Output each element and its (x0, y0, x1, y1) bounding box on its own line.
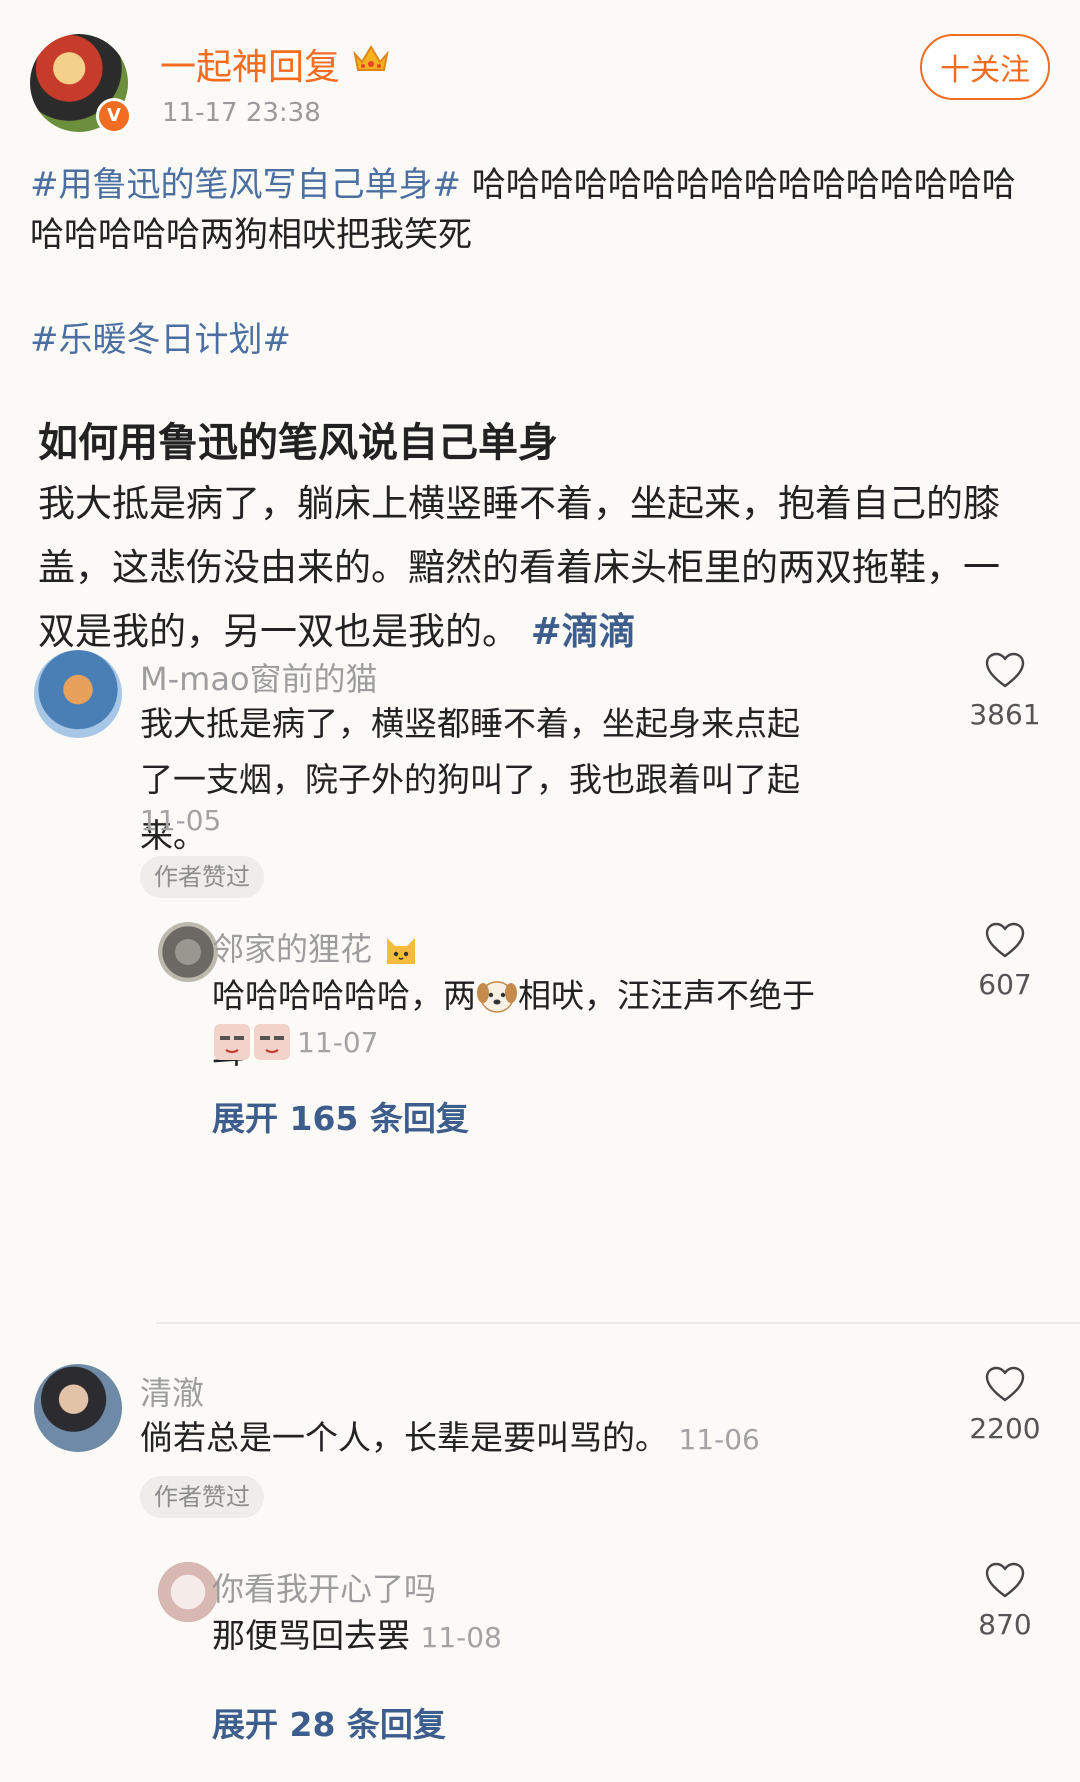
avatar[interactable] (34, 1364, 122, 1452)
heart-icon (985, 922, 1025, 958)
comment-date: 11-06 (678, 1423, 760, 1456)
hashtag-link[interactable]: #滴滴 (531, 610, 636, 653)
heart-icon (985, 1366, 1025, 1402)
dog-emoji-icon (477, 981, 517, 1013)
reply-username[interactable]: 邻家的狸花 (212, 924, 420, 970)
heart-icon (985, 652, 1025, 688)
reply-meta: 11-07 (212, 1020, 378, 1064)
expand-replies-link[interactable]: 展开 28 条回复 (212, 1698, 446, 1746)
avatar[interactable] (34, 650, 122, 738)
follow-button[interactable]: 十关注 (920, 34, 1050, 100)
author-liked-badge: 作者赞过 (140, 856, 264, 898)
like-count: 870 (978, 1608, 1032, 1641)
reply-text-a: 哈哈哈哈哈哈，两 (212, 976, 476, 1015)
follow-label: 十关注 (940, 53, 1030, 88)
expand-replies-link[interactable]: 展开 165 条回复 (212, 1092, 469, 1140)
like-button[interactable]: 607 (960, 922, 1050, 1001)
reply-text: 那便骂回去罢 11-08 (212, 1608, 832, 1666)
reply-text-content: 那便骂回去罢 (212, 1616, 410, 1655)
comment-text: 我大抵是病了，横竖都睡不着，坐起身来点起了一支烟，院子外的狗叫了，我也跟着叫了起… (140, 704, 800, 855)
reply-username-text: 邻家的狸花 (212, 930, 373, 968)
quote-body: 我大抵是病了，躺床上横竖睡不着，坐起来，抱着自己的膝盖，这悲伤没由来的。黯然的看… (38, 472, 1028, 664)
like-button[interactable]: 870 (960, 1562, 1050, 1641)
heart-icon (985, 1562, 1025, 1598)
quote-title: 如何用鲁迅的笔风说自己单身 (38, 420, 558, 466)
hashtag-link[interactable]: #乐暖冬日计划# (30, 312, 291, 361)
post-text: #用鲁迅的笔风写自己单身# 哈哈哈哈哈哈哈哈哈哈哈哈哈哈哈哈哈哈哈哈哈两狗相吠把… (30, 160, 1040, 260)
like-button[interactable]: 2200 (960, 1366, 1050, 1445)
reply-date: 11-07 (297, 1026, 379, 1059)
author-avatar[interactable]: V (30, 34, 132, 134)
comment-item: M-mao窗前的猫 我大抵是病了，横竖都睡不着，坐起身来点起了一支烟，院子外的狗… (0, 650, 1080, 1160)
author-liked-badge: 作者赞过 (140, 1476, 264, 1518)
divider (156, 1322, 1080, 1324)
cat-emoji-icon (387, 938, 416, 964)
like-count: 2200 (969, 1412, 1041, 1445)
post-time: 11-17 23:38 (162, 98, 321, 128)
hashtag-link[interactable]: #用鲁迅的笔风写自己单身# (30, 165, 461, 205)
author-name[interactable]: 一起神回复 (160, 38, 340, 90)
reply-date: 11-08 (420, 1621, 502, 1654)
comment-username[interactable]: 清澈 (140, 1368, 204, 1414)
weibo-post: V 一起神回复 11-17 23:38 十关注 #用鲁迅的笔风写自己单身# 哈哈… (0, 0, 1080, 1782)
verified-badge: V (96, 98, 132, 134)
like-count: 607 (978, 968, 1032, 1001)
quote-text: 我大抵是病了，躺床上横竖睡不着，坐起来，抱着自己的膝盖，这悲伤没由来的。黯然的看… (38, 482, 1000, 653)
post-header: V 一起神回复 11-17 23:38 十关注 (30, 34, 1050, 134)
comment-text: 倘若总是一个人，长辈是要叫骂的。 11-06 (140, 1410, 840, 1468)
like-count: 3861 (969, 698, 1041, 731)
sticker-icon (214, 1024, 290, 1060)
comment-text-content: 倘若总是一个人，长辈是要叫骂的。 (140, 1418, 668, 1457)
comment-item: 清澈 倘若总是一个人，长辈是要叫骂的。 11-06 2200 作者赞过 你看我开… (0, 1364, 1080, 1764)
like-button[interactable]: 3861 (960, 652, 1050, 731)
avatar[interactable] (158, 1562, 218, 1622)
comment-date: 11-05 (140, 804, 222, 837)
reply-username[interactable]: 你看我开心了吗 (212, 1564, 436, 1610)
crown-icon (353, 45, 389, 71)
comment-username[interactable]: M-mao窗前的猫 (140, 654, 378, 700)
avatar[interactable] (158, 922, 218, 982)
